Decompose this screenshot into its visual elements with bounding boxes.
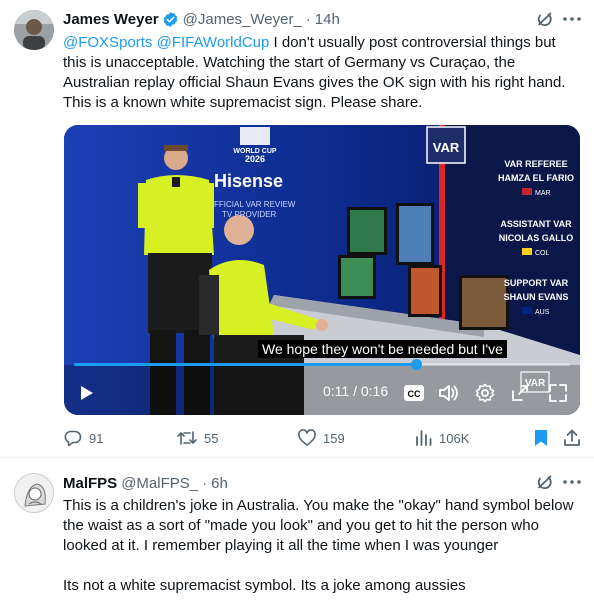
share-icon: [564, 429, 580, 446]
grok-icon[interactable]: [535, 472, 555, 492]
views-button[interactable]: 106K: [415, 428, 469, 448]
like-count: 159: [323, 430, 345, 446]
svg-text:SUPPORT VAR: SUPPORT VAR: [504, 278, 569, 288]
reply-text: This is a children's joke in Australia. …: [63, 496, 583, 596]
svg-text:VAR: VAR: [525, 378, 546, 389]
reply-author-handle[interactable]: @MalFPS_: [121, 475, 198, 492]
reply-tweet: MalFPS @MalFPS_ · 6h This is a children'…: [0, 458, 594, 602]
mention-link[interactable]: @FIFAWorldCup: [157, 34, 270, 51]
logo-line2: 2026: [245, 154, 265, 164]
settings-icon[interactable]: [475, 383, 495, 403]
repost-icon: [177, 431, 197, 445]
sponsor-sub1: FFICIAL VAR REVIEW: [214, 200, 296, 209]
main-tweet: James Weyer @James_Weyer_ · 14h @FOXSpor…: [0, 0, 594, 458]
reply-icon: [64, 430, 82, 447]
tweet-actions: 91 55 159 106K: [63, 428, 583, 448]
verified-badge-icon: [162, 11, 179, 28]
video-progress-fill: [74, 363, 417, 366]
video-caption: We hope they won't be needed but I've: [258, 340, 507, 358]
author-name[interactable]: James Weyer: [63, 11, 159, 28]
reply-author-avatar[interactable]: [14, 473, 54, 513]
more-icon[interactable]: [562, 472, 582, 492]
svg-text:NICOLAS GALLO: NICOLAS GALLO: [499, 233, 574, 243]
bookmark-button[interactable]: [533, 428, 555, 448]
video-progress-knob[interactable]: [410, 359, 422, 370]
author-handle[interactable]: @James_Weyer_: [183, 11, 302, 28]
svg-text:COL: COL: [535, 250, 550, 257]
reply-author-name[interactable]: MalFPS: [63, 475, 117, 492]
share-button[interactable]: [563, 428, 587, 448]
sponsor-sub2: TV PROVIDER: [222, 210, 276, 219]
reply-paragraph-1: This is a children's joke in Australia. …: [63, 497, 574, 554]
author-avatar[interactable]: [14, 10, 54, 50]
svg-text:ASSISTANT VAR: ASSISTANT VAR: [500, 219, 572, 229]
like-icon: [298, 429, 316, 446]
view-count: 106K: [439, 430, 470, 446]
like-button[interactable]: 159: [297, 428, 345, 448]
grok-icon[interactable]: [535, 9, 555, 29]
svg-text:SHAUN EVANS: SHAUN EVANS: [504, 292, 569, 302]
repost-count: 55: [204, 430, 219, 446]
reply-timestamp[interactable]: 6h: [211, 475, 228, 492]
svg-text:HAMZA EL FARIO: HAMZA EL FARIO: [498, 173, 574, 183]
video-player[interactable]: WORLD CUP 2026 Hisense FFICIAL VAR REVIE…: [64, 125, 580, 415]
sponsor-text: Hisense: [214, 171, 283, 191]
svg-text:VAR REFEREE: VAR REFEREE: [504, 159, 567, 169]
reply-count: 91: [89, 430, 104, 446]
video-frame: WORLD CUP 2026 Hisense FFICIAL VAR REVIE…: [64, 125, 580, 415]
separator-dot: ·: [305, 10, 311, 28]
reply-paragraph-2: Its not a white supremacist symbol. Its …: [63, 577, 466, 594]
fullscreen-icon[interactable]: [548, 383, 568, 403]
volume-icon[interactable]: [438, 383, 460, 403]
tweet-text: @FOXSports @FIFAWorldCup I don't usually…: [63, 33, 583, 113]
cc-icon[interactable]: CC: [404, 385, 424, 401]
separator-dot: ·: [202, 474, 208, 492]
video-progress-bar[interactable]: [74, 359, 570, 370]
var-watermark-icon: VAR: [520, 371, 550, 393]
more-icon[interactable]: [562, 9, 582, 29]
svg-text:CC: CC: [408, 389, 421, 399]
tweet-header: James Weyer @James_Weyer_ · 14h: [63, 9, 340, 29]
var-sign: VAR: [433, 140, 460, 155]
reply-header: MalFPS @MalFPS_ · 6h: [63, 473, 228, 493]
tweet-timestamp[interactable]: 14h: [315, 11, 340, 28]
video-timecode: 0:11 / 0:16: [323, 383, 389, 399]
bookmark-icon: [535, 430, 547, 446]
mention-link[interactable]: @FOXSports: [63, 34, 152, 51]
reply-button[interactable]: 91: [63, 428, 103, 448]
svg-text:MAR: MAR: [535, 190, 551, 197]
repost-button[interactable]: 55: [176, 428, 218, 448]
views-icon: [416, 430, 432, 446]
svg-text:AUS: AUS: [535, 309, 550, 316]
play-icon[interactable]: [78, 383, 96, 403]
